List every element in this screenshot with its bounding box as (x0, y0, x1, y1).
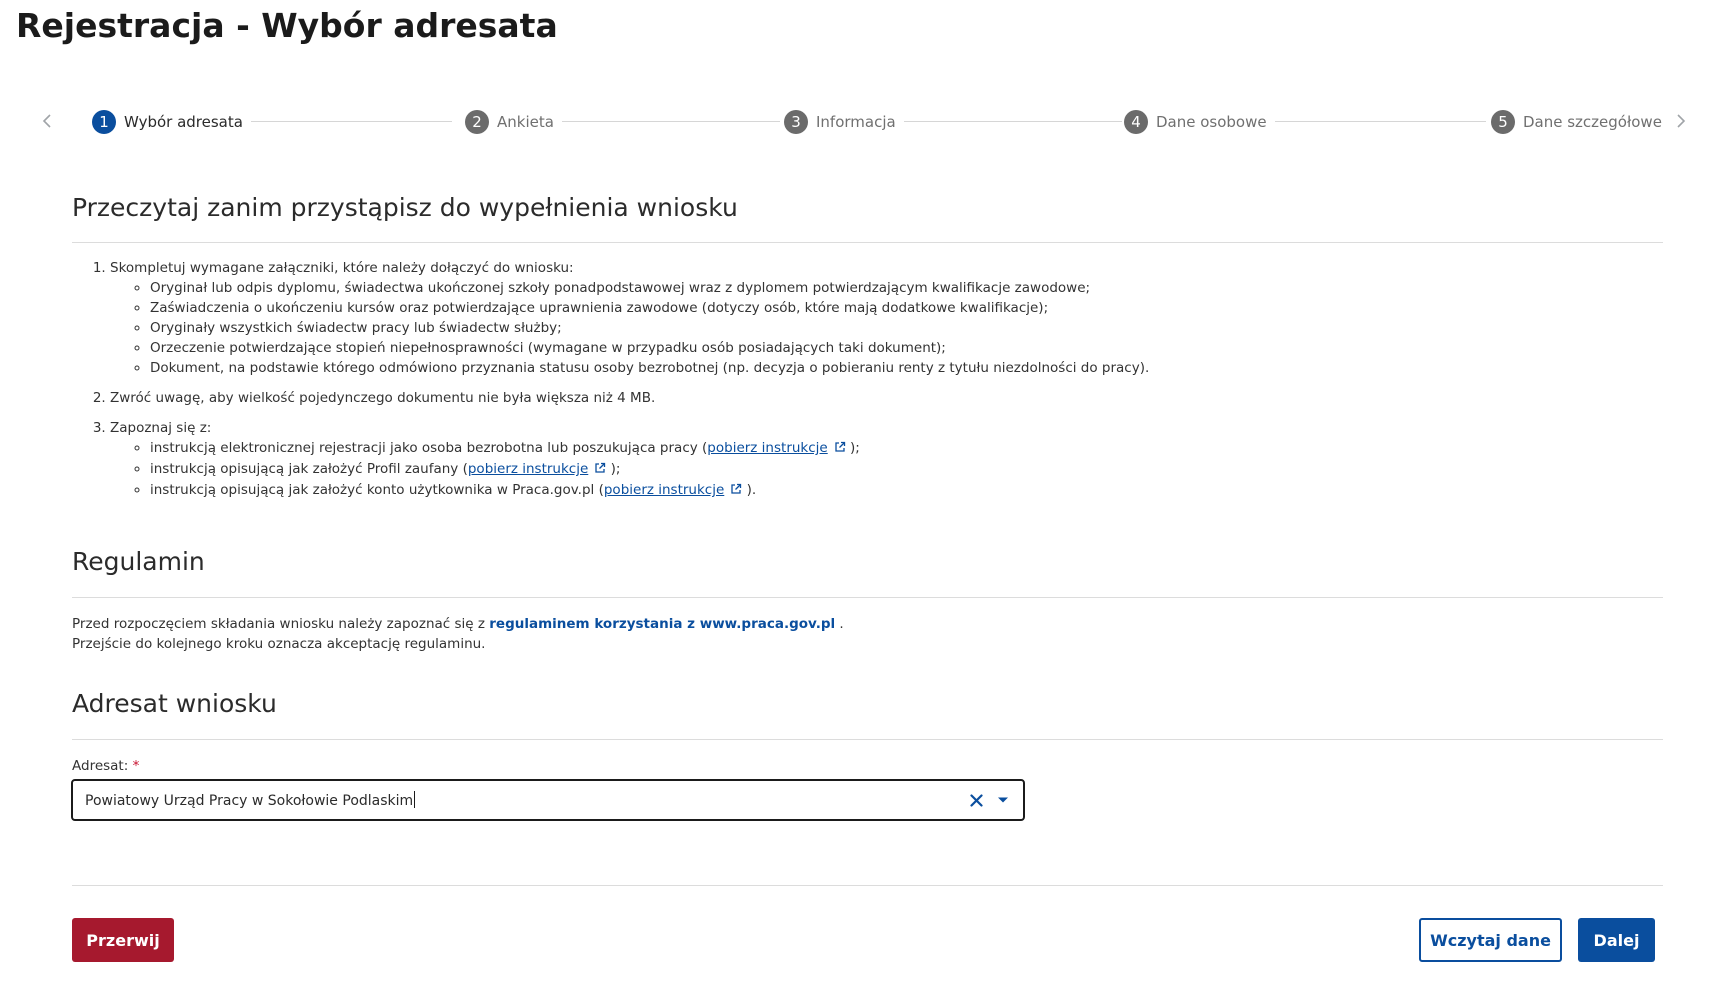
regulamin-prefix: Przed rozpoczęciem składania wniosku nal… (72, 616, 490, 632)
link-text: pobierz instrukcje (467, 461, 589, 477)
step-number: 4 (1124, 110, 1148, 134)
link-suffix: ); (606, 461, 621, 477)
adresat-label-text: Adresat: (72, 758, 129, 774)
step-connector (240, 121, 452, 122)
divider (72, 597, 1663, 598)
required-marker: * (132, 758, 140, 774)
list-item: Zapoznaj się z: instrukcją elektroniczne… (110, 418, 1632, 501)
link-text: pobierz instrukcje (707, 440, 828, 456)
step-number: 3 (784, 110, 808, 134)
step-wybor-adresata[interactable]: 1 Wybór adresata (92, 110, 251, 134)
external-link-icon (834, 439, 846, 459)
step-informacja[interactable]: 3 Informacja (784, 110, 904, 134)
list-item: Oryginały wszystkich świadectw pracy lub… (150, 318, 1632, 338)
step-connector (1260, 121, 1486, 122)
list-item: Zwróć uwagę, aby wielkość pojedynczego d… (110, 388, 1632, 408)
page-title: Rejestracja - Wybór adresata (16, 6, 558, 45)
list-item: Oryginał lub odpis dyplomu, świadectwa u… (150, 278, 1632, 298)
list-item-text: Zapoznaj się z: (110, 420, 212, 436)
step-connector (552, 121, 780, 122)
regulamin-line: Przejście do kolejnego kroku oznacza akc… (72, 636, 486, 652)
regulamin-text: Przed rozpoczęciem składania wniosku nal… (72, 614, 844, 654)
step-dane-szczegolowe[interactable]: 5 Dane szczegółowe (1491, 110, 1670, 134)
link-prefix: instrukcją opisującą jak założyć Profil … (150, 461, 468, 477)
list-item: Orzeczenie potwierdzające stopień niepeł… (150, 338, 1632, 358)
list-item: instrukcją opisującą jak założyć konto u… (150, 480, 1632, 501)
list-item-text: Zwróć uwagę, aby wielkość pojedynczego d… (110, 390, 656, 406)
chevron-right-icon[interactable] (1670, 109, 1692, 133)
step-label: Dane osobowe (1156, 113, 1267, 131)
next-button[interactable]: Dalej (1578, 918, 1655, 962)
load-data-button[interactable]: Wczytaj dane (1419, 918, 1562, 962)
external-link-icon (594, 460, 606, 480)
adresat-label: Adresat: * (72, 758, 139, 774)
regulamin-line: Przed rozpoczęciem składania wniosku nal… (72, 614, 844, 634)
cancel-button[interactable]: Przerwij (72, 918, 174, 962)
step-label: Dane szczegółowe (1523, 113, 1662, 131)
step-number: 2 (465, 110, 489, 134)
adresat-select-value[interactable]: Powiatowy Urząd Pracy w Sokołowie Podlas… (85, 791, 967, 809)
list-item-text: Skompletuj wymagane załączniki, które na… (110, 260, 574, 276)
list-item: Skompletuj wymagane załączniki, które na… (110, 258, 1632, 378)
step-dane-osobowe[interactable]: 4 Dane osobowe (1124, 110, 1275, 134)
adresat-select[interactable]: Powiatowy Urząd Pracy w Sokołowie Podlas… (71, 779, 1025, 821)
step-label: Informacja (816, 113, 896, 131)
footer-divider (72, 885, 1663, 886)
read-section-title: Przeczytaj zanim przystąpisz do wypełnie… (72, 193, 738, 222)
list-item: instrukcją elektronicznej rejestracji ja… (150, 438, 1632, 459)
list-item: instrukcją opisującą jak założyć Profil … (150, 459, 1632, 480)
close-icon[interactable] (967, 791, 985, 809)
step-number: 1 (92, 110, 116, 134)
instructions-list: Skompletuj wymagane załączniki, które na… (72, 258, 1632, 511)
regulamin-link[interactable]: regulaminem korzystania z www.praca.gov.… (489, 616, 835, 632)
step-ankieta[interactable]: 2 Ankieta (465, 110, 562, 134)
download-instruction-link[interactable]: pobierz instrukcje (468, 461, 606, 477)
adresat-title: Adresat wniosku (72, 689, 277, 718)
step-label: Wybór adresata (124, 113, 243, 131)
link-suffix: ). (742, 482, 757, 498)
link-prefix: instrukcją opisującą jak założyć konto u… (150, 482, 604, 498)
regulamin-suffix: . (835, 616, 844, 632)
list-item: Dokument, na podstawie którego odmówiono… (150, 358, 1632, 378)
divider (72, 739, 1663, 740)
step-connector (892, 121, 1122, 122)
external-link-icon (730, 481, 742, 501)
stepper: 1 Wybór adresata 2 Ankieta 3 Informacja … (0, 100, 1710, 144)
list-item: Zaświadczenia o ukończeniu kursów oraz p… (150, 298, 1632, 318)
download-instruction-link[interactable]: pobierz instrukcje (707, 440, 845, 456)
link-prefix: instrukcją elektronicznej rejestracji ja… (150, 440, 708, 456)
regulamin-title: Regulamin (72, 547, 205, 576)
link-suffix: ); (845, 440, 860, 456)
divider (72, 242, 1663, 243)
step-number: 5 (1491, 110, 1515, 134)
link-text: pobierz instrukcje (603, 482, 725, 498)
step-label: Ankieta (497, 113, 554, 131)
download-instruction-link[interactable]: pobierz instrukcje (604, 482, 742, 498)
adresat-value-text: Powiatowy Urząd Pracy w Sokołowie Podlas… (85, 793, 414, 809)
chevron-left-icon[interactable] (36, 109, 58, 133)
caret-down-icon[interactable] (995, 791, 1011, 809)
text-cursor (414, 791, 416, 808)
